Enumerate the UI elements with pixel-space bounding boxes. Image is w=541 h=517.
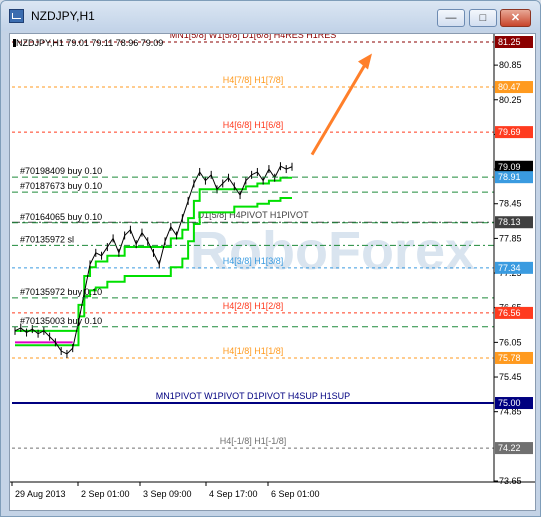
- x-tick-label: 2 Sep 01:00: [81, 489, 130, 499]
- close-button[interactable]: ✕: [500, 9, 531, 27]
- level-label: H4[6/8] H1[6/8]: [223, 120, 284, 130]
- level-label: MN1[5/8] W1[5/8] D1[6/8] H4RES H1RES: [170, 34, 337, 40]
- title-bar[interactable]: NZDJPY,H1 — □ ✕: [1, 1, 540, 31]
- level-price-tag-label: 80.47: [498, 82, 521, 92]
- order-label: #70135972 sl: [20, 234, 74, 244]
- level-label: H4[-1/8] H1[-1/8]: [220, 436, 287, 446]
- y-tick-label: 78.45: [499, 199, 522, 209]
- time-axis: 29 Aug 2013 2 Sep 01:00 3 Sep 09:00 4 Sep 1…: [11, 482, 320, 499]
- order-label: #70135972 buy 0.10: [20, 287, 102, 297]
- order-label: #70164065 buy 0.10: [20, 212, 102, 222]
- chart-window: NZDJPY,H1 — □ ✕ RoboForex MN1[5/8] W1[5/…: [0, 0, 541, 517]
- current-ask-label: 78.91: [498, 172, 521, 182]
- level-label: MN1PIVOT W1PIVOT D1PIVOT H4SUP H1SUP: [156, 391, 350, 401]
- level-price-tag-label: 75.00: [498, 398, 521, 408]
- forecast-arrow: [310, 53, 372, 156]
- level-price-tag-label: 77.34: [498, 263, 521, 273]
- order-label: #70198409 buy 0.10: [20, 166, 102, 176]
- window-title: NZDJPY,H1: [31, 9, 95, 23]
- level-label: H4[7/8] H1[7/8]: [223, 75, 284, 85]
- minimize-button[interactable]: —: [437, 9, 465, 27]
- maximize-button[interactable]: □: [469, 9, 497, 27]
- x-tick-label: 6 Sep 01:00: [271, 489, 320, 499]
- y-tick-label: 75.45: [499, 372, 522, 382]
- symbol-info-marker: [13, 39, 16, 47]
- level-label: H4[1/8] H1[1/8]: [223, 346, 284, 356]
- watermark: RoboForex: [190, 221, 475, 281]
- order-label: #70135003 buy 0.10: [20, 316, 102, 326]
- level-label: H4[2/8] H1[2/8]: [223, 301, 284, 311]
- level-price-tag-label: 78.13: [498, 217, 521, 227]
- y-tick-label: 73.65: [499, 476, 522, 486]
- y-tick-label: 77.85: [499, 233, 522, 243]
- current-price-label: 79.09: [498, 162, 521, 172]
- arrow-head: [358, 53, 372, 70]
- chart-icon: [9, 9, 24, 23]
- level-price-tag-label: 74.22: [498, 443, 521, 453]
- price-chart[interactable]: RoboForex MN1[5/8] W1[5/8] D1[6/8] H4RES…: [10, 30, 535, 510]
- x-tick-label: 29 Aug 2013: [15, 489, 66, 499]
- level-price-tag-label: 76.56: [498, 308, 521, 318]
- level-label: H4[3/8] H1[3/8]: [223, 256, 284, 266]
- y-tick-label: 80.25: [499, 95, 522, 105]
- y-tick-label: 80.85: [499, 60, 522, 70]
- chart-area[interactable]: RoboForex MN1[5/8] W1[5/8] D1[6/8] H4RES…: [9, 30, 536, 511]
- order-label: #70187673 buy 0.10: [20, 181, 102, 191]
- x-tick-label: 4 Sep 17:00: [209, 489, 258, 499]
- y-tick-label: 76.05: [499, 337, 522, 347]
- x-tick-label: 3 Sep 09:00: [143, 489, 192, 499]
- arrow-shaft: [310, 58, 370, 156]
- level-price-tag-label: 79.69: [498, 127, 521, 137]
- symbol-info: NZDJPY,H1 79.01 79.11 78.96 79.09: [16, 38, 163, 48]
- level-price-tag-label: 75.78: [498, 353, 521, 363]
- level-price-tag-label: 81.25: [498, 37, 521, 47]
